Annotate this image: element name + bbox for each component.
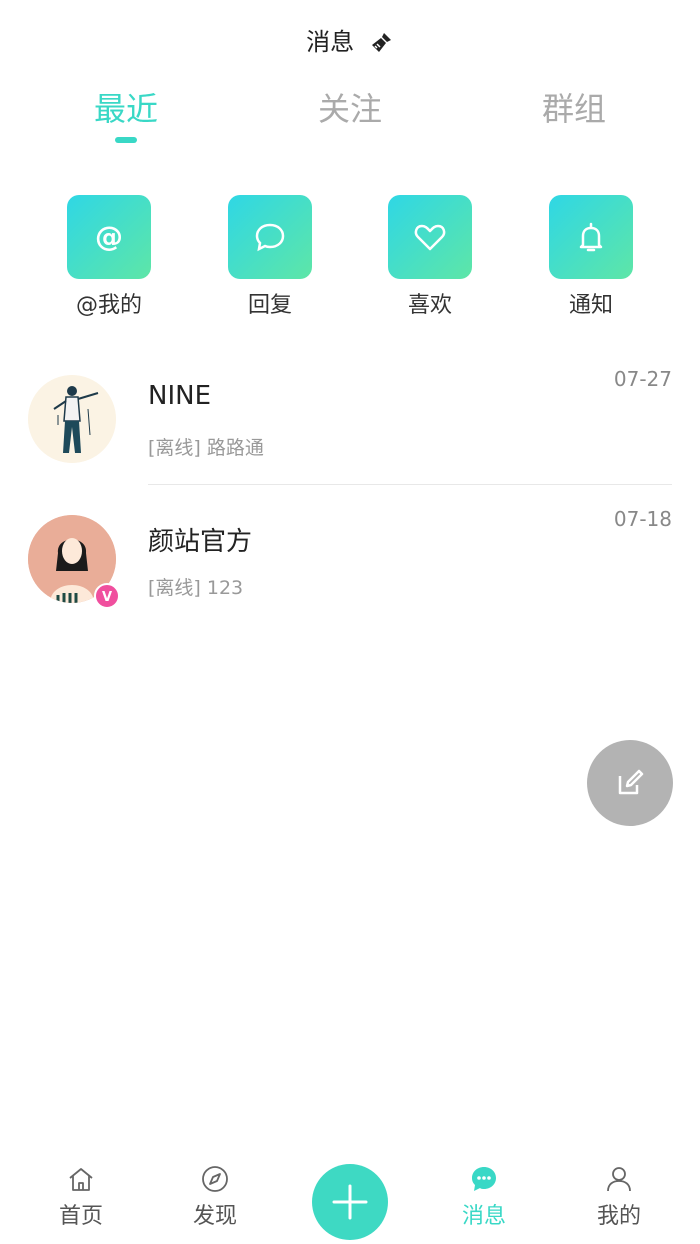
tab-label: 群组: [541, 90, 606, 128]
tab-groups[interactable]: 群组: [504, 84, 644, 130]
tab-following[interactable]: 关注: [280, 84, 420, 130]
message-preview: [离线] 路路通: [148, 437, 264, 459]
page-title: 消息: [0, 22, 700, 57]
tab-label: 最近: [93, 90, 158, 128]
shortcut-label: 喜欢: [407, 293, 452, 318]
broom-icon[interactable]: [368, 30, 394, 56]
edit-icon: [618, 769, 644, 795]
home-icon: [69, 1168, 93, 1191]
heart-icon: [388, 195, 472, 279]
message-preview: [离线] 123: [148, 577, 244, 599]
message-name: 颜站官方: [148, 527, 253, 557]
shortcut-replies[interactable]: 回复: [215, 195, 325, 319]
bell-icon: [549, 195, 633, 279]
tabbar-label: 我的: [596, 1204, 641, 1229]
tab-recent[interactable]: 最近: [56, 84, 196, 143]
create-post-button[interactable]: [312, 1164, 388, 1240]
tabbar-home[interactable]: 首页: [31, 1164, 131, 1230]
message-name: NINE: [148, 381, 211, 411]
message-item[interactable]: NINE [离线] 路路通 07-27: [0, 345, 700, 485]
top-tabs: 最近 关注 群组: [0, 84, 700, 154]
chat-bubble-icon: [228, 195, 312, 279]
tabbar-messages[interactable]: 消息: [434, 1164, 534, 1230]
shortcut-label: @我的: [75, 293, 142, 318]
shortcut-likes[interactable]: 喜欢: [375, 195, 485, 319]
tabbar-discover[interactable]: 发现: [165, 1164, 265, 1230]
shortcut-label: 回复: [247, 293, 292, 318]
shortcut-mentions[interactable]: @ @我的: [54, 195, 164, 319]
compass-icon: [202, 1166, 228, 1192]
verified-badge: V: [94, 583, 120, 609]
tabbar-label: 首页: [58, 1204, 103, 1229]
page-title-text: 消息: [306, 28, 355, 56]
avatar[interactable]: [28, 375, 116, 463]
header: 消息: [0, 0, 700, 78]
shortcut-label: 通知: [568, 293, 613, 318]
verified-badge-text: V: [102, 590, 112, 604]
tabbar-me[interactable]: 我的: [569, 1164, 669, 1230]
shortcut-grid: @ @我的 回复 喜欢 通知: [0, 195, 700, 325]
shortcut-notifications[interactable]: 通知: [536, 195, 646, 319]
tab-label: 关注: [317, 90, 382, 128]
at-icon: @: [67, 195, 151, 279]
user-icon: [607, 1167, 631, 1192]
tab-active-indicator: [115, 137, 137, 143]
svg-text:@: @: [95, 220, 123, 253]
tabbar-label: 消息: [461, 1204, 506, 1229]
plus-icon: [332, 1184, 368, 1220]
tabbar-label: 发现: [192, 1204, 237, 1229]
compose-button[interactable]: [587, 740, 673, 826]
message-icon: [472, 1167, 496, 1191]
message-time: 07-27: [613, 367, 672, 391]
message-time: 07-18: [613, 507, 672, 531]
